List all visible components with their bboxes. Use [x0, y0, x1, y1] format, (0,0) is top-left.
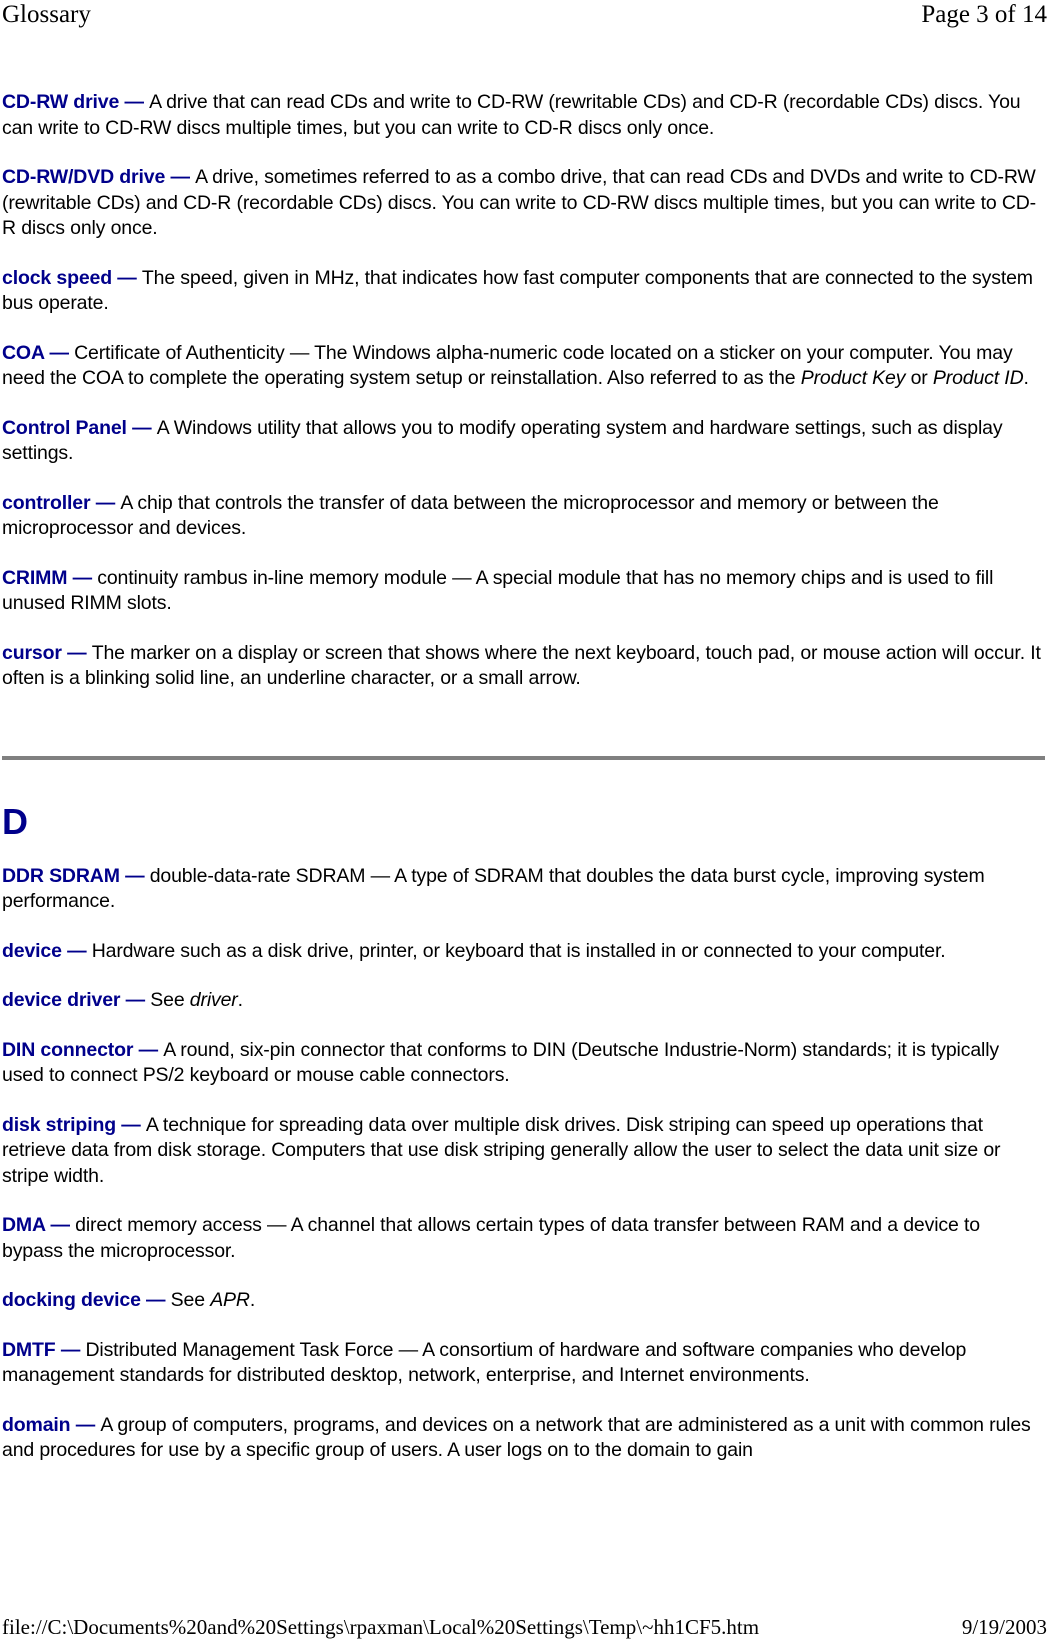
print-date: 9/19/2003 — [961, 1615, 1047, 1639]
glossary-entry: CRIMM — continuity rambus in-line memory… — [2, 566, 1045, 617]
print-header: Glossary Page 3 of 14 — [0, 0, 1051, 34]
definition-italic: Product ID — [932, 367, 1024, 389]
term-dash: — — [119, 864, 150, 887]
glossary-entry: clock speed — The speed, given in MHz, t… — [2, 266, 1045, 317]
definition-italic: Product Key — [800, 367, 906, 389]
glossary-entry: CD-RW/DVD drive — A drive, sometimes ref… — [2, 165, 1045, 242]
term-dash: — — [115, 1113, 146, 1136]
glossary-definition: See — [170, 1289, 211, 1311]
glossary-term: domain — [2, 1413, 71, 1436]
glossary-term: device — [2, 939, 62, 962]
page-indicator: Page 3 of 14 — [921, 1, 1047, 28]
glossary-entry: DMA — direct memory access — A channel t… — [2, 1213, 1045, 1264]
glossary-entry: cursor — The marker on a display or scre… — [2, 641, 1045, 692]
term-dash: — — [45, 1214, 76, 1236]
glossary-entry: DDR SDRAM — double-data-rate SDRAM — A t… — [2, 864, 1045, 915]
glossary-definition: continuity rambus in-line memory module … — [2, 566, 994, 615]
term-dash: — — [120, 989, 151, 1011]
definition-italic: APR — [210, 1289, 250, 1311]
term-dash: — — [133, 1038, 164, 1061]
glossary-entry: disk striping — A technique for spreadin… — [2, 1113, 1045, 1190]
glossary-entry: docking device — See APR. — [2, 1288, 1045, 1314]
glossary-term: disk striping — [2, 1113, 116, 1136]
glossary-definition: Distributed Management Task Force — A co… — [2, 1338, 967, 1387]
term-dash: — — [126, 416, 157, 439]
definition-period: . — [237, 989, 243, 1011]
glossary-term: cursor — [2, 641, 62, 664]
glossary-entry: CD-RW drive — A drive that can read CDs … — [2, 90, 1045, 141]
glossary-term: controller — [2, 491, 91, 514]
term-dash: — — [90, 491, 121, 514]
glossary-term: CD-RW drive — [2, 91, 120, 113]
glossary-definition: A technique for spreading data over mult… — [2, 1113, 1001, 1187]
term-dash: — — [112, 266, 142, 289]
term-dash: — — [119, 91, 150, 113]
glossary-term: CRIMM — [2, 566, 68, 589]
glossary-definition: direct memory access — A channel that al… — [2, 1214, 980, 1262]
glossary-content: CD-RW drive — A drive that can read CDs … — [2, 90, 1045, 1464]
glossary-entry: DMTF — Distributed Management Task Force… — [2, 1338, 1045, 1389]
glossary-term: DMTF — [2, 1338, 56, 1361]
glossary-definition: Hardware such as a disk drive, printer, … — [91, 939, 946, 962]
glossary-term: clock speed — [2, 266, 112, 289]
term-dash: — — [44, 341, 75, 364]
term-dash: — — [70, 1413, 101, 1436]
glossary-definition: The speed, given in MHz, that indicates … — [2, 266, 1033, 315]
glossary-entry: device driver — See driver. — [2, 988, 1045, 1014]
definition-italic: driver — [189, 989, 238, 1011]
term-dash: — — [165, 166, 196, 188]
document-title: Glossary — [2, 1, 91, 28]
term-dash: — — [55, 1338, 86, 1361]
glossary-term: DDR SDRAM — [2, 864, 120, 887]
glossary-definition: The marker on a display or screen that s… — [2, 641, 1041, 690]
glossary-definition: A chip that controls the transfer of dat… — [2, 491, 939, 540]
definition-period: . — [1023, 367, 1029, 389]
glossary-entry: device — Hardware such as a disk drive, … — [2, 939, 1045, 965]
term-dash: — — [61, 939, 92, 962]
glossary-term: DMA — [2, 1214, 46, 1236]
definition-conjunction: or — [905, 367, 933, 389]
term-dash: — — [61, 641, 92, 664]
glossary-term: COA — [2, 341, 45, 364]
term-dash: — — [140, 1289, 171, 1311]
term-dash: — — [67, 566, 98, 589]
source-file-path: file://C:\Documents%20and%20Settings\rpa… — [2, 1615, 760, 1639]
glossary-definition: A drive that can read CDs and write to C… — [2, 91, 1021, 139]
glossary-term: docking device — [2, 1289, 141, 1311]
glossary-definition: A group of computers, programs, and devi… — [2, 1413, 1031, 1462]
glossary-definition: double-data-rate SDRAM — A type of SDRAM… — [2, 864, 985, 913]
glossary-entry: DIN connector — A round, six-pin connect… — [2, 1038, 1045, 1089]
glossary-entry: controller — A chip that controls the tr… — [2, 491, 1045, 542]
glossary-definition: See — [150, 989, 190, 1011]
glossary-term: device driver — [2, 989, 121, 1011]
glossary-entry: Control Panel — A Windows utility that a… — [2, 416, 1045, 467]
definition-period: . — [249, 1289, 256, 1311]
section-letter-heading: D — [2, 800, 28, 842]
glossary-term: DIN connector — [2, 1038, 134, 1061]
glossary-term: CD-RW/DVD drive — [2, 166, 166, 188]
glossary-term: Control Panel — [2, 416, 127, 439]
glossary-entry: COA — Certificate of Authenticity — The … — [2, 341, 1045, 392]
print-footer: file://C:\Documents%20and%20Settings\rpa… — [0, 1614, 1051, 1640]
glossary-entry: domain — A group of computers, programs,… — [2, 1413, 1045, 1464]
